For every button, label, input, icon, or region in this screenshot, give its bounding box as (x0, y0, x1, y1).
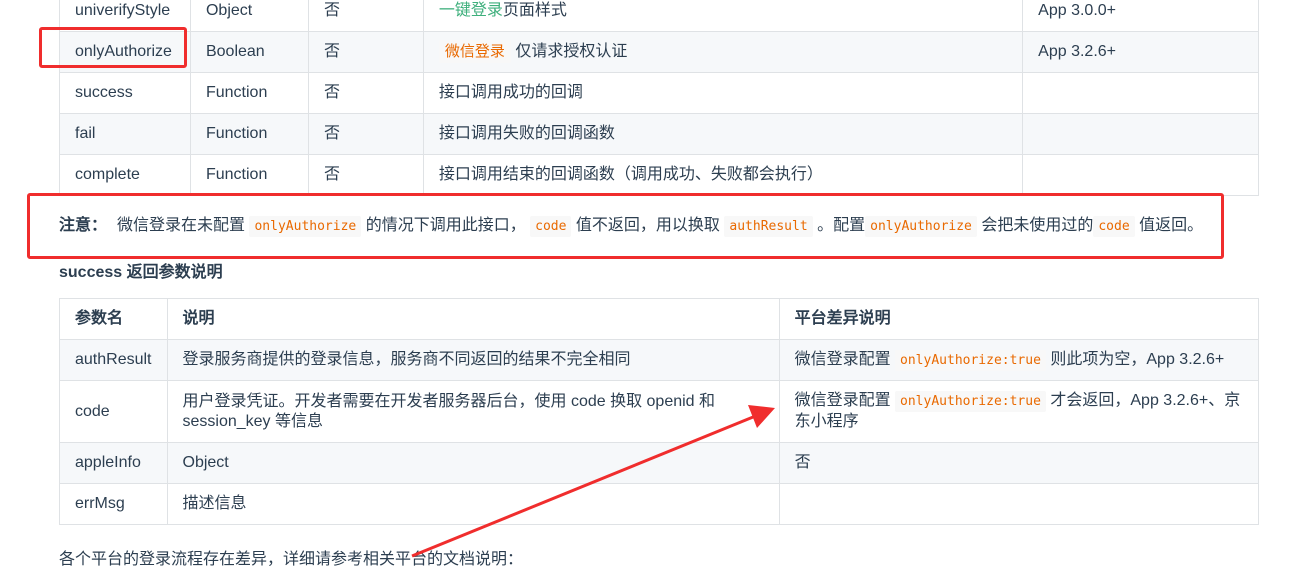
param-required: 否 (307, 113, 424, 155)
param-desc: 接口调用成功的回调 (422, 72, 1024, 114)
table-row: code 用户登录凭证。开发者需要在开发者服务器后台，使用 code 换取 op… (59, 380, 1260, 443)
param-desc: 接口调用结束的回调函数（调用成功、失败都会执行） (422, 154, 1024, 196)
inline-code: onlyAuthorize:true (895, 391, 1046, 412)
result-name: authResult (59, 339, 168, 381)
param-name: success (59, 72, 191, 114)
column-header: 平台差异说明 (778, 298, 1260, 340)
param-required: 否 (307, 0, 424, 32)
params-table: univerifyStyle Object 否 一键登录页面样式 App 3.0… (59, 0, 1259, 196)
param-platform (1022, 72, 1259, 114)
param-required: 否 (307, 72, 424, 114)
param-desc: 微信登录 仅请求授权认证 (422, 31, 1024, 73)
param-platform (1022, 154, 1259, 196)
param-desc: 接口调用失败的回调函数 (422, 113, 1024, 155)
platform-note: 各个平台的登录流程存在差异，详细请参考相关平台的文档说明： (59, 551, 524, 568)
column-header: 参数名 (59, 298, 168, 340)
result-name: appleInfo (59, 442, 168, 484)
univerify-link[interactable]: 一键登录 (439, 2, 503, 19)
result-platform (778, 483, 1260, 525)
table-header-row: 参数名 说明 平台差异说明 (59, 298, 1260, 340)
table-row: fail Function 否 接口调用失败的回调函数 (59, 113, 1259, 155)
result-name: errMsg (59, 483, 168, 525)
result-name: code (59, 380, 168, 443)
desc-text: 页面样式 (502, 2, 567, 19)
result-desc: 描述信息 (166, 483, 780, 525)
table-row: complete Function 否 接口调用结束的回调函数（调用成功、失败都… (59, 154, 1259, 196)
param-required: 否 (307, 154, 424, 196)
table-row: authResult 登录服务商提供的登录信息，服务商不同返回的结果不完全相同 … (59, 339, 1260, 381)
annotation-box-note (27, 193, 1224, 259)
result-platform: 微信登录配置 onlyAuthorize:true 才会返回，App 3.2.6… (778, 380, 1260, 443)
column-header: 说明 (166, 298, 780, 340)
inline-code: onlyAuthorize:true (895, 349, 1046, 371)
result-desc: 登录服务商提供的登录信息，服务商不同返回的结果不完全相同 (166, 339, 780, 381)
annotation-box-onlyauthorize (39, 27, 187, 68)
param-type: Function (189, 154, 309, 196)
param-name: complete (59, 154, 191, 196)
table-row: success Function 否 接口调用成功的回调 (59, 72, 1259, 114)
table-row: appleInfo Object 否 (59, 442, 1260, 484)
table-row: onlyAuthorize Boolean 否 微信登录 仅请求授权认证 App… (59, 31, 1259, 73)
param-type: Object (189, 0, 309, 32)
param-type: Boolean (189, 31, 309, 73)
result-platform: 微信登录配置 onlyAuthorize:true 则此项为空，App 3.2.… (778, 339, 1260, 381)
desc-text: 仅请求授权认证 (515, 43, 628, 60)
table-row: univerifyStyle Object 否 一键登录页面样式 App 3.0… (59, 0, 1259, 32)
result-table: 参数名 说明 平台差异说明 authResult 登录服务商提供的登录信息，服务… (59, 298, 1260, 525)
result-platform: 否 (778, 442, 1260, 484)
wechat-login-tag: 微信登录 (438, 40, 511, 63)
param-type: Function (189, 113, 309, 155)
param-required: 否 (307, 31, 424, 73)
param-name: fail (59, 113, 191, 155)
result-desc: 用户登录凭证。开发者需要在开发者服务器后台，使用 code 换取 openid … (166, 380, 780, 443)
result-desc: Object (166, 442, 780, 484)
param-desc: 一键登录页面样式 (422, 0, 1024, 32)
table-row: errMsg 描述信息 (59, 483, 1260, 525)
success-section-title: success 返回参数说明 (59, 264, 223, 281)
param-platform: App 3.0.0+ (1022, 0, 1259, 32)
param-platform: App 3.2.6+ (1022, 31, 1259, 73)
param-platform (1022, 113, 1259, 155)
param-type: Function (189, 72, 309, 114)
